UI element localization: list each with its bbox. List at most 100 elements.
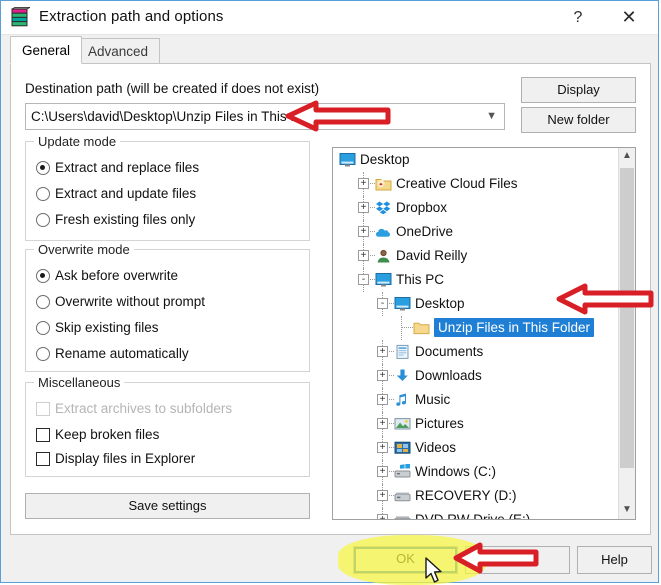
title-bar: Extraction path and options ? ✕ — [1, 1, 658, 35]
tree-expander[interactable]: + — [377, 514, 388, 519]
help-button[interactable]: Help — [577, 546, 652, 574]
tree-expander[interactable]: + — [358, 226, 369, 237]
scrollbar-thumb[interactable] — [620, 168, 634, 468]
radio-extract-and-replace[interactable]: Extract and replace files — [36, 158, 199, 178]
pictures-icon — [394, 418, 411, 430]
dropbox-icon — [376, 201, 391, 215]
tree-item-label-wrap: Downloads — [415, 364, 482, 388]
chevron-up-icon[interactable]: ▲ — [619, 148, 635, 165]
tree-item[interactable]: Desktop — [333, 148, 618, 172]
tree-item[interactable]: + Downloads — [333, 364, 618, 388]
folder-tree[interactable]: Desktop + Creative Cloud Files + Dropbox + One… — [332, 147, 636, 520]
tree-item[interactable]: + Pictures — [333, 412, 618, 436]
tree-expander[interactable]: + — [358, 250, 369, 261]
tree-item[interactable]: + DVD RW Drive (E:) — [333, 508, 618, 519]
radio-overwrite-without-prompt[interactable]: Overwrite without prompt — [36, 292, 205, 312]
tree-item[interactable]: - Desktop — [333, 292, 618, 316]
tree-expander[interactable]: + — [377, 394, 388, 405]
tree-item-label-wrap: Unzip Files in This Folder — [434, 316, 595, 340]
tree-item[interactable]: + David Reilly — [333, 244, 618, 268]
option-label: Ask before overwrite — [55, 268, 179, 283]
miscellaneous-title: Miscellaneous — [34, 375, 125, 390]
radio-extract-and-update[interactable]: Extract and update files — [36, 184, 196, 204]
tree-item-label: RECOVERY (D:) — [415, 488, 517, 503]
chevron-down-icon[interactable]: ▼ — [486, 104, 497, 129]
tree-item-label: Desktop — [415, 296, 465, 311]
tree-expander[interactable]: + — [377, 490, 388, 501]
tree-expander[interactable]: + — [377, 418, 388, 429]
tree-item-label: Creative Cloud Files — [396, 176, 518, 191]
radio-fresh-existing-only[interactable]: Fresh existing files only — [36, 210, 195, 230]
chevron-down-icon[interactable]: ▼ — [619, 502, 635, 519]
checkbox-display-files-in-explorer[interactable]: Display files in Explorer — [36, 449, 195, 469]
tree-item-label-wrap: RECOVERY (D:) — [415, 484, 517, 508]
tree-item[interactable]: + Dropbox — [333, 196, 618, 220]
display-button[interactable]: Display — [521, 77, 636, 103]
window-title: Extraction path and options — [39, 8, 224, 25]
tree-item[interactable]: + OneDrive — [333, 220, 618, 244]
checkbox-keep-broken-files[interactable]: Keep broken files — [36, 425, 159, 445]
tree-connector — [401, 316, 402, 340]
radio-icon — [36, 187, 50, 201]
tree-item-label-wrap: Pictures — [415, 412, 464, 436]
tree-item[interactable]: + Videos — [333, 436, 618, 460]
tree-item[interactable]: - This PC — [333, 268, 618, 292]
dvd-drive-icon — [394, 516, 411, 519]
cancel-button[interactable]: Cancel — [465, 546, 570, 574]
winrar-books-icon — [11, 7, 30, 27]
option-label: Extract archives to subfolders — [55, 401, 233, 416]
tree-expander[interactable]: + — [358, 178, 369, 189]
tree-item-label: Dropbox — [396, 200, 448, 215]
tree-expander[interactable]: + — [358, 202, 369, 213]
destination-path-value: C:\Users\david\Desktop\Unzip Files in Th… — [31, 109, 329, 124]
option-label: Extract and replace files — [55, 160, 200, 175]
checkbox-icon — [36, 402, 50, 416]
radio-skip-existing-files[interactable]: Skip existing files — [36, 318, 159, 338]
radio-icon — [36, 213, 50, 227]
tree-item-label: OneDrive — [396, 224, 454, 239]
close-icon[interactable]: ✕ — [606, 1, 652, 34]
radio-icon — [36, 321, 50, 335]
tree-expander[interactable]: - — [377, 298, 388, 309]
new-folder-button[interactable]: New folder — [521, 107, 636, 133]
tree-item[interactable]: + RECOVERY (D:) — [333, 484, 618, 508]
overwrite-mode-title: Overwrite mode — [34, 242, 134, 257]
option-label: Rename automatically — [55, 346, 189, 361]
tree-expander[interactable]: + — [377, 466, 388, 477]
tree-item[interactable]: + Documents — [333, 340, 618, 364]
tree-expander[interactable]: - — [358, 274, 369, 285]
help-icon[interactable]: ? — [555, 1, 601, 34]
tree-item[interactable]: + Music — [333, 388, 618, 412]
destination-path-input[interactable]: C:\Users\david\Desktop\Unzip Files in Th… — [25, 103, 505, 130]
tree-expander[interactable]: + — [377, 346, 388, 357]
tree-item-label: Downloads — [415, 368, 482, 383]
tree-item[interactable]: + Windows (C:) — [333, 460, 618, 484]
drive-icon — [394, 492, 411, 502]
tree-item-label-wrap: OneDrive — [396, 220, 453, 244]
user-icon — [377, 249, 390, 263]
onedrive-icon — [376, 228, 390, 237]
tree-expander[interactable]: + — [377, 442, 388, 453]
update-mode-group: Update mode Extract and replace files Ex… — [25, 134, 310, 241]
videos-icon — [394, 441, 411, 454]
tree-item-label-wrap: Creative Cloud Files — [396, 172, 518, 196]
tab-general[interactable]: General — [10, 36, 83, 64]
radio-icon — [36, 269, 50, 283]
option-label: Keep broken files — [55, 427, 160, 442]
tree-scrollbar[interactable]: ▲ ▼ — [618, 148, 635, 519]
tree-expander[interactable]: + — [377, 370, 388, 381]
folder-tree-rows: Desktop + Creative Cloud Files + Dropbox + One… — [333, 148, 618, 519]
music-icon — [396, 393, 406, 406]
monitor-icon — [339, 153, 356, 167]
radio-ask-before-overwrite[interactable]: Ask before overwrite — [36, 266, 178, 286]
miscellaneous-group: Miscellaneous Extract archives to subfol… — [25, 375, 310, 477]
ok-button[interactable]: OK — [353, 546, 458, 574]
update-mode-title: Update mode — [34, 134, 121, 149]
save-settings-button[interactable]: Save settings — [25, 493, 310, 519]
tab-advanced[interactable]: Advanced — [76, 38, 161, 64]
radio-rename-automatically[interactable]: Rename automatically — [36, 344, 189, 364]
tree-item[interactable]: Unzip Files in This Folder — [333, 316, 618, 340]
downloads-icon — [396, 369, 408, 381]
creative-cloud-icon — [375, 179, 392, 191]
tree-item[interactable]: + Creative Cloud Files — [333, 172, 618, 196]
